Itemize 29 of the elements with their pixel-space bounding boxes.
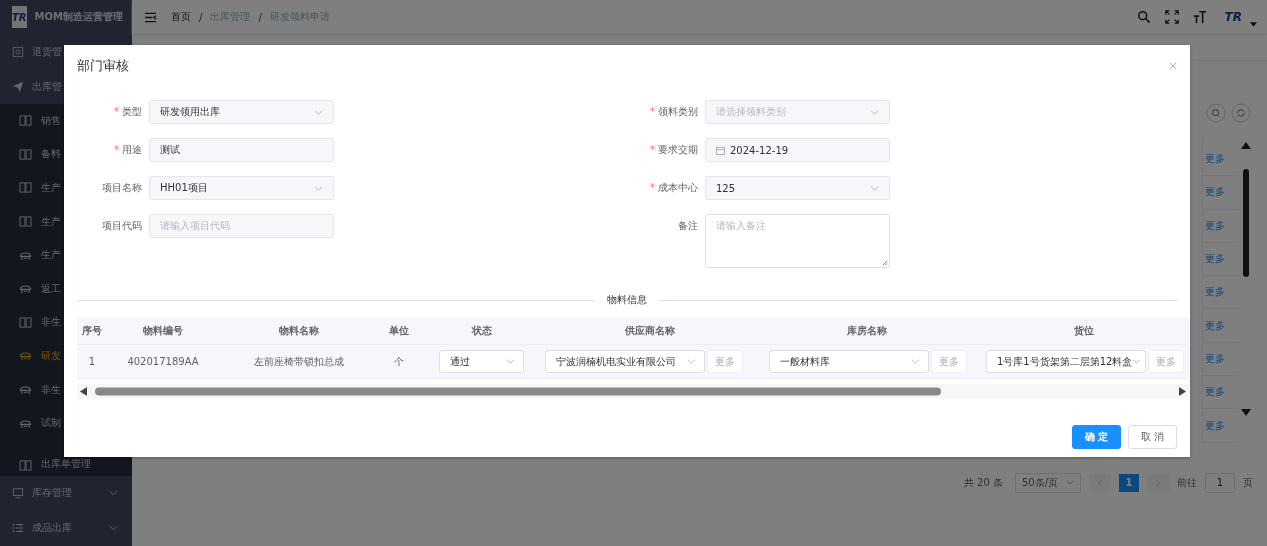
column-header: 序号 bbox=[81, 323, 103, 338]
goto-label: 前往 bbox=[1177, 475, 1197, 490]
column-header: 物料名称 bbox=[278, 323, 320, 338]
field-label: * 领料类别 bbox=[649, 105, 698, 119]
app-logo: TR bbox=[12, 6, 27, 28]
total-count: 共 20 条 bbox=[963, 475, 1003, 490]
goto-unit: 页 bbox=[1243, 475, 1253, 490]
app-title: MOM制造运营管理 bbox=[34, 10, 123, 24]
table-cell: 左前座椅带锁扣总成 bbox=[254, 354, 344, 369]
column-header: 货位 bbox=[1072, 323, 1095, 338]
table-cell: 402017189AA bbox=[127, 356, 199, 367]
breadcrumb-separator: / bbox=[199, 11, 203, 23]
column-header: 库房名称 bbox=[845, 323, 888, 338]
section-title: 物料信息 bbox=[607, 293, 647, 307]
column-header: 物料编号 bbox=[142, 323, 184, 338]
field-label: * 成本中心 bbox=[649, 181, 698, 195]
dialog-title: 部门审核 bbox=[77, 57, 129, 75]
field-label: * 类型 bbox=[113, 105, 142, 119]
field-label: * 要求交期 bbox=[649, 143, 698, 157]
breadcrumb-separator: / bbox=[258, 11, 262, 23]
field-label: 项目代码 bbox=[101, 219, 142, 233]
field-label: 项目名称 bbox=[101, 181, 142, 195]
column-header: 状态 bbox=[470, 323, 493, 338]
table-cell: 1 bbox=[88, 356, 96, 367]
table-cell: 个 bbox=[394, 354, 404, 369]
column-header: 单位 bbox=[388, 323, 410, 338]
field-label: 备注 bbox=[677, 219, 698, 233]
field-label: * 用途 bbox=[113, 143, 142, 157]
column-header: 供应商名称 bbox=[624, 323, 676, 338]
